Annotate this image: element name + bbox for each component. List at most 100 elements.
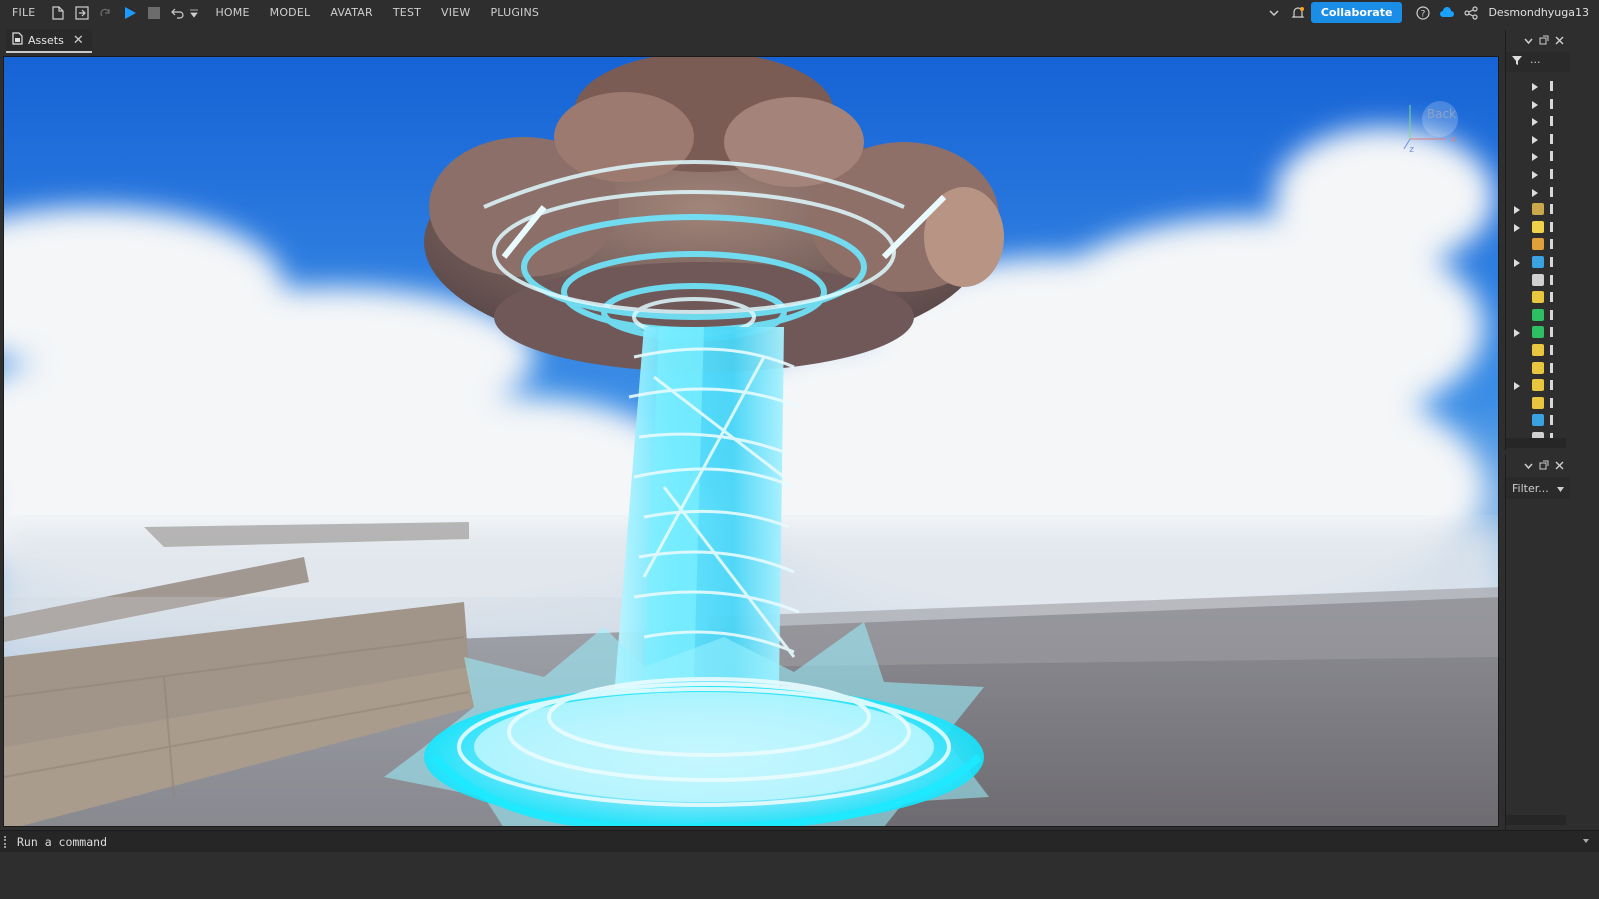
service-icon (1532, 326, 1544, 339)
explorer-filter-bar[interactable]: ··· (1506, 52, 1570, 72)
service-icon (1532, 379, 1544, 392)
chevron-down-icon[interactable] (1557, 482, 1564, 495)
document-tab-strip: Assets ✕ (0, 25, 1505, 53)
menu-model[interactable]: MODEL (270, 6, 311, 19)
chevron-down-icon[interactable] (1265, 4, 1283, 22)
tree-item-label (1550, 327, 1553, 338)
close-icon[interactable] (1555, 35, 1564, 48)
tree-row[interactable] (1506, 78, 1570, 96)
redo-icon[interactable] (97, 4, 115, 22)
properties-panel: Filter... (1505, 455, 1570, 830)
menu-avatar[interactable]: AVATAR (330, 6, 373, 19)
tree-item-label (1550, 168, 1553, 179)
menu-bar: FILE HOME MODEL AVATAR TEST VIEW PLUGINS… (0, 0, 1599, 25)
chevron-down-icon[interactable] (1524, 460, 1533, 473)
expand-arrow-icon[interactable] (1532, 135, 1538, 144)
expand-arrow-icon[interactable] (1514, 382, 1520, 391)
tree-row[interactable] (1506, 201, 1570, 219)
tree-row[interactable] (1506, 184, 1570, 202)
tree-row[interactable] (1506, 131, 1570, 149)
more-options-icon[interactable]: ··· (1530, 56, 1541, 69)
menu-plugins[interactable]: PLUGINS (490, 6, 539, 19)
new-file-icon[interactable] (49, 4, 67, 22)
service-icon (1532, 291, 1544, 304)
tree-item-label (1550, 309, 1553, 320)
expand-arrow-icon[interactable] (1514, 329, 1520, 338)
notification-bell-icon[interactable] (1289, 4, 1307, 22)
tree-row[interactable] (1506, 289, 1570, 307)
close-icon[interactable] (1555, 460, 1564, 473)
filter-icon[interactable] (1512, 55, 1524, 69)
expand-arrow-icon[interactable] (1532, 170, 1538, 179)
play-icon[interactable] (121, 4, 139, 22)
energy-beam (614, 327, 800, 697)
properties-filter-input[interactable]: Filter... (1506, 477, 1570, 499)
expand-arrow-icon[interactable] (1532, 188, 1538, 197)
tree-row[interactable] (1506, 219, 1570, 237)
tree-row[interactable] (1506, 148, 1570, 166)
service-icon (1532, 238, 1544, 251)
publish-icon[interactable] (73, 4, 91, 22)
collaborate-button[interactable]: Collaborate (1310, 2, 1403, 23)
expand-arrow-icon[interactable] (1514, 258, 1520, 267)
tree-row[interactable] (1506, 96, 1570, 114)
expand-arrow-icon[interactable] (1514, 206, 1520, 215)
undock-icon[interactable] (1539, 35, 1549, 48)
tree-item-label (1550, 344, 1553, 355)
share-icon[interactable] (1462, 4, 1480, 22)
tree-item-label (1550, 151, 1553, 162)
menu-home[interactable]: HOME (215, 6, 249, 19)
tree-row[interactable] (1506, 395, 1570, 413)
close-icon[interactable]: ✕ (73, 33, 84, 48)
tree-item-label (1550, 256, 1553, 267)
undock-icon[interactable] (1539, 460, 1549, 473)
service-icon (1532, 308, 1544, 321)
service-icon (1532, 203, 1544, 216)
tree-item-label (1550, 415, 1553, 426)
chevron-down-icon[interactable] (1583, 839, 1589, 843)
3d-viewport[interactable]: Back x z (3, 56, 1499, 827)
expand-arrow-icon[interactable] (1532, 100, 1538, 109)
tree-item-label (1550, 397, 1553, 408)
tab-assets[interactable]: Assets ✕ (6, 29, 92, 53)
explorer-tree (1506, 72, 1570, 447)
expand-arrow-icon[interactable] (1532, 83, 1538, 91)
command-bar[interactable]: Run a command (0, 830, 1599, 852)
service-icon (1532, 396, 1544, 409)
tree-row[interactable] (1506, 377, 1570, 395)
tree-row[interactable] (1506, 307, 1570, 325)
tree-item-label (1550, 133, 1553, 144)
file-menu[interactable]: FILE (12, 6, 35, 19)
tree-item-label (1550, 221, 1553, 232)
tab-assets-label: Assets (28, 33, 64, 47)
tree-item-label (1550, 380, 1553, 391)
tree-row[interactable] (1506, 166, 1570, 184)
tree-row[interactable] (1506, 236, 1570, 254)
menu-view[interactable]: VIEW (441, 6, 470, 19)
menu-test[interactable]: TEST (393, 6, 421, 19)
tree-row[interactable] (1506, 412, 1570, 430)
user-account-name[interactable]: Desmondhyuga13 (1488, 6, 1589, 19)
tree-row[interactable] (1506, 360, 1570, 378)
explorer-panel: ··· (1505, 30, 1570, 450)
expand-arrow-icon[interactable] (1514, 223, 1520, 232)
cloud-icon[interactable] (1438, 4, 1456, 22)
tree-row[interactable] (1506, 324, 1570, 342)
chevron-down-icon[interactable] (1524, 35, 1533, 48)
tree-row[interactable] (1506, 342, 1570, 360)
horizontal-scrollbar[interactable] (1506, 815, 1566, 825)
tree-row[interactable] (1506, 254, 1570, 272)
tree-item-label (1550, 362, 1553, 373)
quick-access-dropdown-icon[interactable] (189, 4, 199, 22)
drag-handle-icon[interactable] (4, 835, 9, 848)
help-icon[interactable]: ? (1414, 4, 1432, 22)
undo-icon[interactable] (169, 4, 187, 22)
tree-row[interactable] (1506, 272, 1570, 290)
command-input-placeholder[interactable]: Run a command (17, 835, 107, 849)
view-cube-back-label[interactable]: Back (1427, 107, 1456, 121)
tree-row[interactable] (1506, 113, 1570, 131)
expand-arrow-icon[interactable] (1532, 118, 1538, 127)
expand-arrow-icon[interactable] (1532, 153, 1538, 162)
stop-icon[interactable] (145, 4, 163, 22)
horizontal-scrollbar[interactable] (1506, 438, 1566, 448)
